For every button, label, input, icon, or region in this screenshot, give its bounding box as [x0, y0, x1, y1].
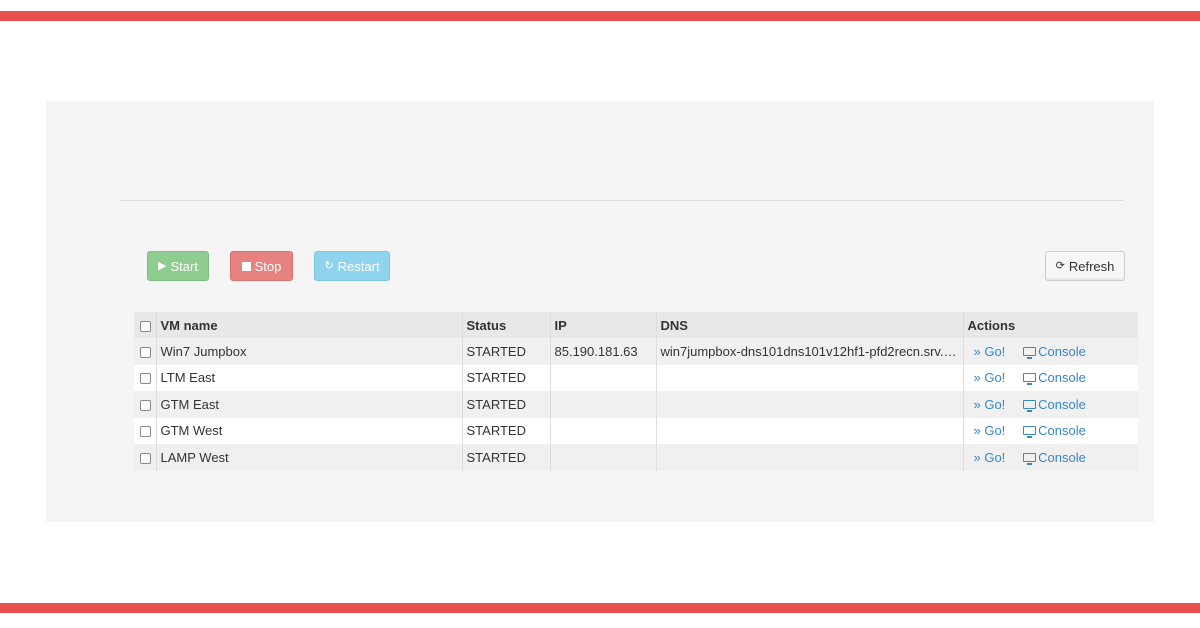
vm-panel: ▶ Start Stop ↻ Restart ⟳ Refresh VM name…: [46, 101, 1154, 522]
vm-dns: [655, 391, 963, 418]
row-checkbox[interactable]: [140, 452, 151, 464]
console-link[interactable]: Console: [1023, 423, 1086, 439]
vm-ip: [549, 444, 656, 471]
vm-actions: » Go! Console: [962, 391, 1138, 418]
row-checkbox[interactable]: [140, 426, 151, 438]
top-accent-stripe: [0, 11, 1200, 21]
select-all-checkbox[interactable]: [140, 320, 151, 332]
vm-status: STARTED: [461, 391, 550, 418]
header-status: Status: [461, 312, 550, 338]
vm-table: VM name Status IP DNS Actions Win7 Jumpb…: [134, 312, 1138, 471]
row-select-cell: [134, 338, 156, 365]
table-row: GTM West STARTED » Go! Console: [134, 417, 1138, 445]
vm-name: GTM West: [155, 417, 462, 444]
row-select-cell: [134, 365, 156, 392]
go-link[interactable]: » Go!: [968, 450, 1020, 465]
go-link[interactable]: » Go!: [968, 370, 1020, 385]
vm-status: STARTED: [461, 417, 550, 444]
vm-status: STARTED: [461, 364, 550, 391]
table-row: LAMP West STARTED » Go! Console: [134, 444, 1138, 471]
console-link[interactable]: Console: [1023, 370, 1086, 386]
row-checkbox[interactable]: [140, 346, 151, 358]
panel-divider: [120, 200, 1124, 201]
table-row: GTM East STARTED » Go! Console: [134, 391, 1138, 418]
go-link[interactable]: » Go!: [968, 344, 1020, 359]
vm-name: GTM East: [155, 391, 462, 418]
row-select-cell: [134, 444, 156, 471]
start-label: Start: [170, 258, 198, 274]
vm-dns: [655, 417, 963, 444]
vm-name: LTM East: [155, 364, 462, 391]
vm-actions: » Go! Console: [962, 364, 1138, 391]
table-row: LTM East STARTED » Go! Console: [134, 364, 1138, 392]
start-button[interactable]: ▶ Start: [147, 251, 209, 281]
monitor-icon: [1023, 399, 1037, 412]
vm-name: LAMP West: [155, 444, 462, 471]
vm-ip: [549, 364, 656, 391]
bottom-accent-stripe: [0, 603, 1200, 613]
row-checkbox[interactable]: [140, 399, 151, 411]
console-label: Console: [1038, 396, 1086, 412]
vm-name: Win7 Jumpbox: [155, 338, 462, 365]
row-select-cell: [134, 418, 156, 445]
console-link[interactable]: Console: [1023, 397, 1086, 412]
play-icon: ▶: [158, 259, 167, 272]
refresh-button[interactable]: ⟳ Refresh: [1045, 251, 1125, 281]
vm-actions: » Go! Console: [962, 417, 1138, 444]
stop-icon: [241, 261, 251, 271]
go-link[interactable]: » Go!: [968, 423, 1020, 438]
row-select-cell: [134, 391, 156, 418]
vm-actions: » Go! Console: [962, 444, 1138, 471]
stop-button[interactable]: Stop: [230, 251, 293, 281]
restart-button[interactable]: ↻ Restart: [314, 251, 390, 281]
header-ip: IP: [549, 312, 656, 338]
header-dns: DNS: [655, 312, 963, 338]
monitor-icon: [1023, 452, 1037, 465]
table-header-row: VM name Status IP DNS Actions: [134, 312, 1138, 338]
header-vm-name: VM name: [155, 312, 462, 338]
console-link[interactable]: Console: [1023, 450, 1086, 465]
vm-dns: [655, 444, 963, 471]
row-checkbox[interactable]: [140, 373, 151, 385]
restart-label: Restart: [337, 258, 380, 274]
vm-dns: win7jumpbox-dns101dns101v12hf1-pfd2recn.…: [655, 338, 963, 365]
console-label: Console: [1038, 343, 1086, 359]
stop-label: Stop: [254, 258, 282, 274]
header-actions: Actions: [962, 312, 1138, 338]
vm-ip: [549, 391, 656, 418]
vm-actions: » Go! Console: [962, 338, 1138, 365]
monitor-icon: [1023, 426, 1037, 439]
vm-ip: 85.190.181.63: [549, 338, 656, 365]
console-label: Console: [1038, 449, 1086, 465]
table-row: Win7 Jumpbox STARTED 85.190.181.63 win7j…: [134, 338, 1138, 365]
select-all-cell: [134, 312, 156, 338]
console-label: Console: [1038, 423, 1086, 439]
vm-status: STARTED: [461, 338, 550, 365]
monitor-icon: [1023, 373, 1037, 386]
console-label: Console: [1038, 370, 1086, 386]
refresh-label: Refresh: [1068, 258, 1115, 274]
go-link[interactable]: » Go!: [968, 397, 1020, 412]
vm-status: STARTED: [461, 444, 550, 471]
vm-ip: [549, 417, 656, 444]
restart-icon: ↻: [324, 259, 334, 272]
page: ▶ Start Stop ↻ Restart ⟳ Refresh VM name…: [0, 0, 1200, 628]
refresh-icon: ⟳: [1055, 259, 1065, 272]
monitor-icon: [1023, 346, 1037, 359]
vm-dns: [655, 364, 963, 391]
console-link[interactable]: Console: [1023, 344, 1086, 359]
